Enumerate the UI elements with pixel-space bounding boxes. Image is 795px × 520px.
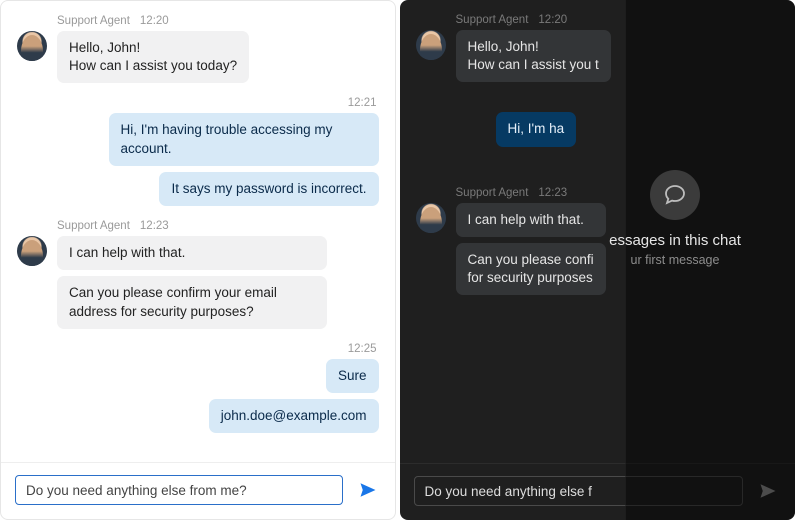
empty-subtitle: ur first message: [565, 253, 785, 267]
msg-bubble: Hello, John! How can I assist you t: [456, 30, 611, 82]
msg-group-agent: Hello, John! How can I assist you today?: [17, 31, 379, 83]
msg-bubble: Hello, John! How can I assist you today?: [57, 31, 249, 83]
avatar: [416, 203, 446, 233]
msg-group-agent: I can help with that. Can you please con…: [17, 236, 379, 329]
msg-meta: 12:25: [17, 343, 379, 355]
empty-title: essages in this chat: [565, 232, 785, 249]
chat-panel-dark: Support Agent 12:20 Hello, John! How can…: [400, 0, 795, 520]
send-button[interactable]: [355, 477, 381, 503]
avatar: [17, 236, 47, 266]
msg-group-user: Hi, I'm having trouble accessing my acco…: [17, 113, 379, 206]
chat-icon-circle: [650, 170, 700, 220]
author-name: Support Agent: [456, 187, 529, 199]
msg-bubble: I can help with that.: [57, 236, 327, 270]
message-input[interactable]: [15, 475, 343, 505]
empty-state: essages in this chat ur first message: [565, 170, 785, 267]
avatar: [17, 31, 47, 61]
msg-bubble: It says my password is incorrect.: [159, 172, 378, 206]
msg-bubble: Sure: [326, 359, 379, 393]
author-name: Support Agent: [57, 15, 130, 27]
msg-time: 12:23: [140, 220, 169, 232]
msg-time: 12:20: [538, 14, 567, 26]
msg-time: 12:21: [348, 97, 377, 109]
chat-panel-light: Support Agent 12:20 Hello, John! How can…: [0, 0, 396, 520]
msg-meta: Support Agent 12:20: [17, 15, 379, 27]
author-name: Support Agent: [456, 14, 529, 26]
chat-icon: [663, 183, 687, 207]
avatar: [416, 30, 446, 60]
msg-bubble: john.doe@example.com: [209, 399, 379, 433]
msg-bubble: Hi, I'm ha: [496, 112, 577, 146]
msg-bubble: Hi, I'm having trouble accessing my acco…: [109, 113, 379, 165]
msg-bubble: Can you please confirm your email addres…: [57, 276, 327, 328]
msg-time: 12:25: [348, 343, 377, 355]
msg-time: 12:23: [538, 187, 567, 199]
messages-area: Support Agent 12:20 Hello, John! How can…: [1, 1, 395, 462]
input-bar: [1, 462, 395, 519]
send-icon: [358, 481, 378, 499]
author-name: Support Agent: [57, 220, 130, 232]
msg-time: 12:20: [140, 15, 169, 27]
msg-meta: 12:21: [17, 97, 379, 109]
msg-meta: Support Agent 12:23: [17, 220, 379, 232]
msg-group-user: Sure john.doe@example.com: [17, 359, 379, 433]
